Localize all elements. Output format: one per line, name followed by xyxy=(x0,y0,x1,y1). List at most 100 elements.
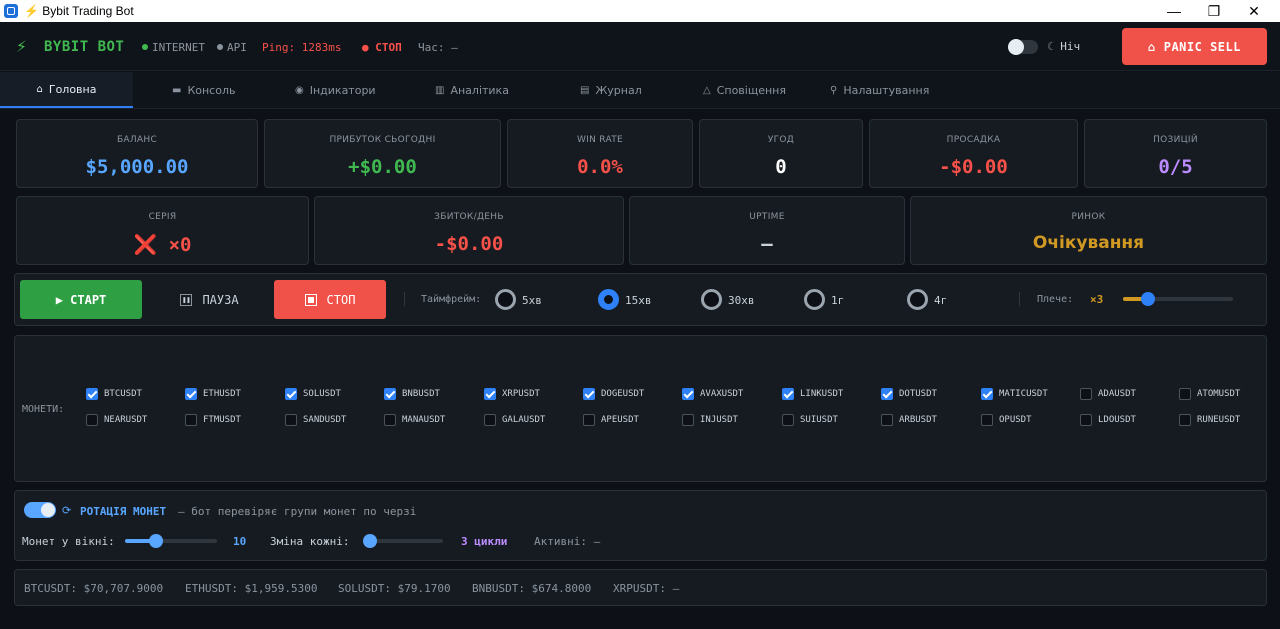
timeframe-label-15m: 15хв xyxy=(625,294,652,307)
rotation-icon: ⟳ xyxy=(62,504,72,517)
trades-card: УГОД 0 xyxy=(699,119,863,188)
rotation-panel xyxy=(14,490,1267,561)
window-size-slider-handle[interactable] xyxy=(149,534,163,548)
ticker-eth: ETHUSDT: $1,959.5300 xyxy=(185,582,318,595)
status-dot-icon xyxy=(142,44,148,50)
profit-today-value: +$0.00 xyxy=(348,156,417,178)
toggle-knob xyxy=(1008,39,1024,55)
coin-label: OPUSDT xyxy=(999,415,1032,425)
tab-journal[interactable]: ▤ Журнал xyxy=(580,72,642,108)
timeframe-radio-30m[interactable] xyxy=(701,289,722,310)
coin-checkbox[interactable] xyxy=(1080,388,1092,400)
timeframe-radio-4h[interactable] xyxy=(907,289,928,310)
coin-label: DOTUSDT xyxy=(899,389,937,399)
night-mode-toggle[interactable] xyxy=(1008,39,1038,55)
coin-checkbox[interactable] xyxy=(782,388,794,400)
night-label-text: Ніч xyxy=(1060,40,1081,53)
coin-checkbox[interactable] xyxy=(981,388,993,400)
pause-button[interactable]: ❚❚ ПАУЗА xyxy=(162,280,257,319)
coin-checkbox[interactable] xyxy=(185,414,197,426)
tab-analytics[interactable]: ▥ Аналітика xyxy=(435,72,509,108)
coin-checkbox[interactable] xyxy=(484,414,496,426)
bell-icon: △ xyxy=(703,84,711,96)
chart-icon: ▥ xyxy=(435,84,445,96)
coin-checkbox[interactable] xyxy=(86,388,98,400)
tab-notifications[interactable]: △ Сповіщення xyxy=(703,72,786,108)
coin-label: MATICUSDT xyxy=(999,389,1048,399)
maximize-button[interactable]: ❐ xyxy=(1194,0,1234,22)
coin-checkbox[interactable] xyxy=(86,414,98,426)
leverage-slider-handle[interactable] xyxy=(1141,292,1155,306)
timeframe-radio-15m[interactable] xyxy=(598,289,619,310)
start-button[interactable]: ▶ СТАРТ xyxy=(20,280,142,319)
timeframe-radio-1h[interactable] xyxy=(804,289,825,310)
coin-checkbox[interactable] xyxy=(384,414,396,426)
drawdown-card: ПРОСАДКА -$0.00 xyxy=(869,119,1078,188)
tab-console[interactable]: ▬ Консоль xyxy=(172,72,235,108)
coin-label: ADAUSDT xyxy=(1098,389,1136,399)
tab-label: Сповіщення xyxy=(716,83,786,97)
card-label: УГОД xyxy=(767,135,795,145)
leverage-value: ×3 xyxy=(1090,293,1104,306)
night-mode-label: ☾ Ніч xyxy=(1047,40,1080,53)
coin-label: SUIUSDT xyxy=(800,415,838,425)
tab-home[interactable]: ⌂ Головна xyxy=(0,72,133,108)
stop-button[interactable]: СТОП xyxy=(274,280,386,319)
tab-label: Налаштування xyxy=(843,83,930,97)
market-value: Очікування xyxy=(1032,233,1145,253)
positions-value: 0/5 xyxy=(1158,156,1193,178)
coin-checkbox[interactable] xyxy=(881,388,893,400)
card-label: ПОЗИЦІЙ xyxy=(1153,135,1198,145)
coin-label: GALAUSDT xyxy=(502,415,546,425)
coin-checkbox[interactable] xyxy=(1080,414,1092,426)
card-label: ПРОСАДКА xyxy=(946,135,1001,145)
coin-label: LDOUSDT xyxy=(1098,415,1136,425)
coin-checkbox[interactable] xyxy=(285,414,297,426)
coin-checkbox[interactable] xyxy=(285,388,297,400)
ticker-bnb: BNBUSDT: $674.8000 xyxy=(472,582,592,595)
coin-label: FTMUSDT xyxy=(203,415,241,425)
coin-label: AVAXUSDT xyxy=(700,389,744,399)
moon-icon: ☾ xyxy=(1047,40,1054,53)
lightning-icon: ⚡ xyxy=(16,36,27,57)
minimize-button[interactable]: — xyxy=(1154,0,1194,22)
coin-checkbox[interactable] xyxy=(682,388,694,400)
timeframe-radio-5m[interactable] xyxy=(495,289,516,310)
divider xyxy=(404,292,405,306)
tab-settings[interactable]: ⚲ Налаштування xyxy=(830,72,929,108)
leverage-label: Плече: xyxy=(1037,294,1074,305)
coin-checkbox[interactable] xyxy=(881,414,893,426)
coin-checkbox[interactable] xyxy=(1179,414,1191,426)
coin-label: SANDUSDT xyxy=(303,415,347,425)
coin-checkbox[interactable] xyxy=(782,414,794,426)
window-titlebar: ⚡ Bybit Trading Bot — ❐ ✕ xyxy=(0,0,1280,22)
coin-checkbox[interactable] xyxy=(484,388,496,400)
app-logo: BYBIT BOT xyxy=(44,39,125,55)
coin-checkbox[interactable] xyxy=(384,388,396,400)
uptime-card: UPTIME — xyxy=(629,196,905,265)
internet-status: INTERNET xyxy=(142,41,205,54)
coin-checkbox[interactable] xyxy=(682,414,694,426)
rotation-toggle[interactable] xyxy=(24,502,56,518)
timeframe-label-1h: 1г xyxy=(831,294,845,307)
close-button[interactable]: ✕ xyxy=(1234,0,1274,22)
internet-label: INTERNET xyxy=(152,41,205,54)
coin-checkbox[interactable] xyxy=(583,388,595,400)
coin-checkbox[interactable] xyxy=(981,414,993,426)
card-label: БАЛАНС xyxy=(116,135,158,145)
streak-card: СЕРІЯ ❌ ×0 xyxy=(16,196,309,265)
pause-icon: ❚❚ xyxy=(180,293,193,306)
coin-checkbox[interactable] xyxy=(1179,388,1191,400)
ticker-xrp: XRPUSDT: — xyxy=(613,582,680,595)
uptime-value: — xyxy=(761,233,773,255)
drawdown-value: -$0.00 xyxy=(939,156,1008,178)
card-label: РИНОК xyxy=(1071,212,1106,222)
tab-indicators[interactable]: ◉ Індикатори xyxy=(295,72,376,108)
coin-checkbox[interactable] xyxy=(185,388,197,400)
change-every-slider-handle[interactable] xyxy=(363,534,377,548)
balance-card: БАЛАНС $5,000.00 xyxy=(16,119,258,188)
status-dot-icon xyxy=(217,44,223,50)
coin-checkbox[interactable] xyxy=(583,414,595,426)
panic-sell-button[interactable]: ⌂ PANIC SELL xyxy=(1122,28,1267,65)
timeframe-label-30m: 30хв xyxy=(728,294,755,307)
